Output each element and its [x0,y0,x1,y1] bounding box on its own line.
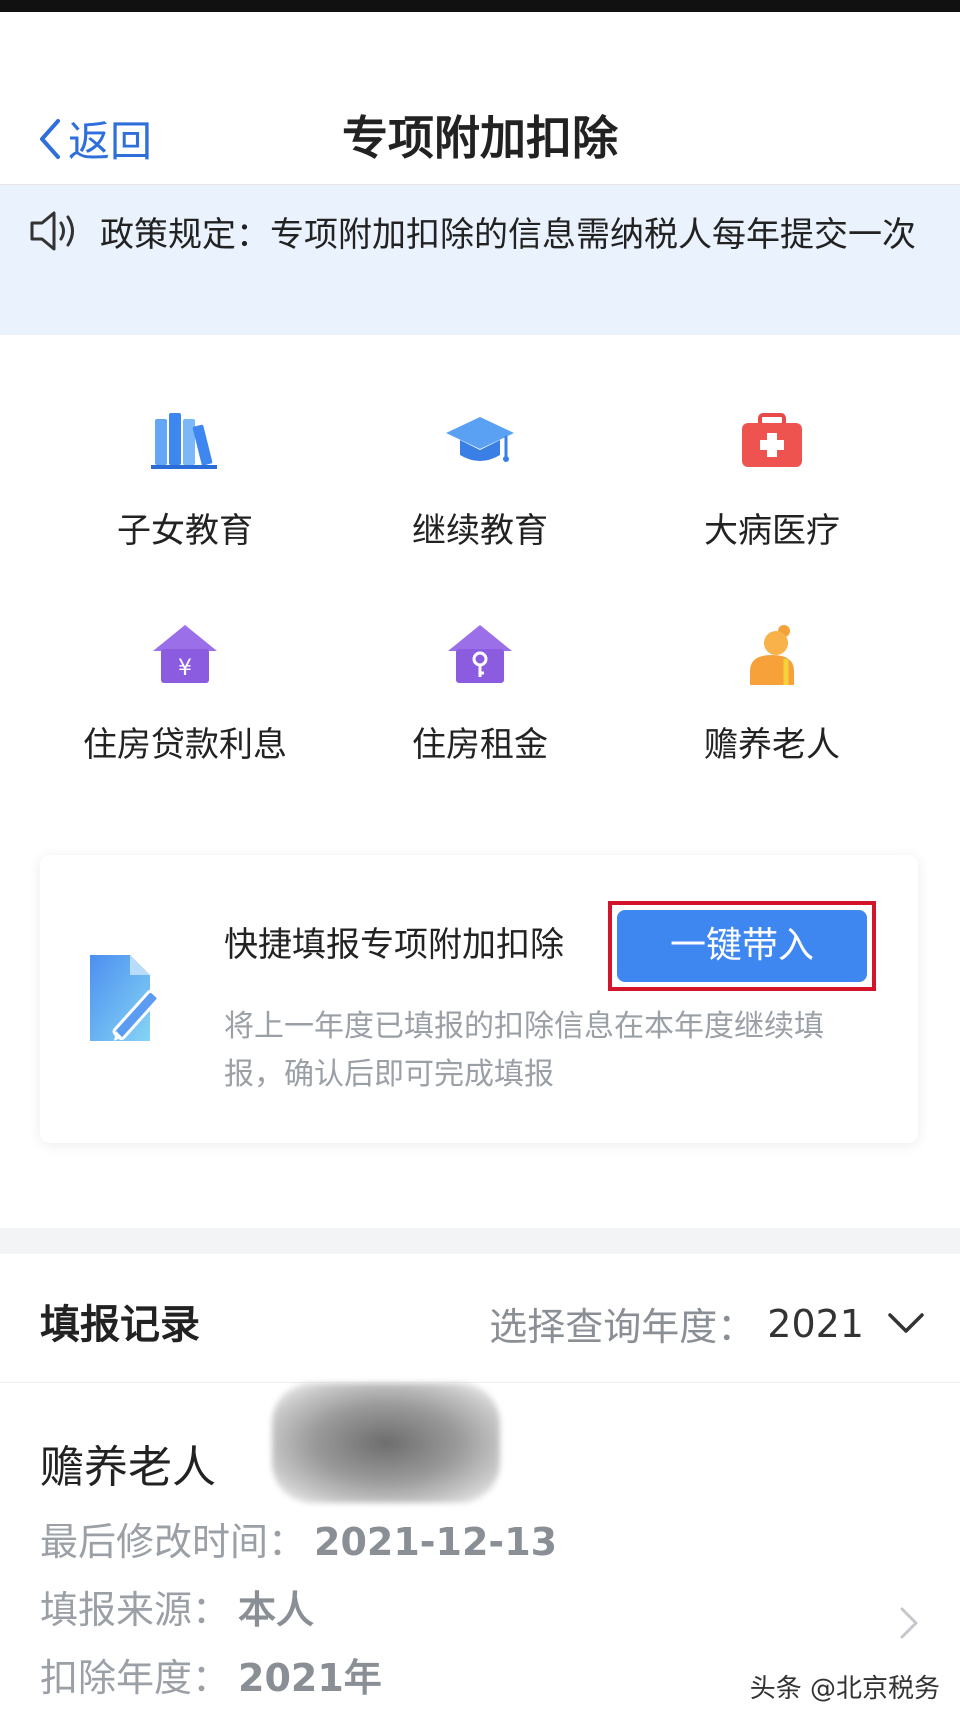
source-value: 本人 [238,1588,315,1632]
page-title: 专项附加扣除 [342,111,618,165]
redaction-blur [272,1383,500,1503]
year-label: 扣除年度： [40,1656,231,1700]
books-icon [151,413,217,469]
record-source: 填报来源： 本人 [40,1579,314,1634]
graduation-cap-icon [446,417,514,462]
elderly-person-icon [750,625,794,685]
category-label: 子女教育 [117,511,253,551]
records-title: 填报记录 [40,1302,200,1348]
chevron-right-icon [900,1607,918,1639]
record-name: 赡养老人 [40,1442,216,1493]
policy-text: 政策规定：专项附加扣除的信息需纳税人每年提交一次 [100,215,916,255]
svg-text:¥: ¥ [178,656,192,681]
nav-header: 返回 专项附加扣除 [0,12,960,185]
records-header: 填报记录 选择查询年度： 2021 [0,1254,960,1383]
category-children-education[interactable]: 子女教育 [25,335,345,551]
year-selector[interactable]: 选择查询年度： 2021 [489,1296,926,1351]
category-housing-loan-interest[interactable]: ¥ 住房贷款利息 [25,549,345,765]
source-label: 填报来源： [40,1588,231,1632]
category-label: 住房贷款利息 [83,725,287,765]
record-modified-time: 最后修改时间： 2021-12-13 [40,1511,557,1566]
category-label: 继续教育 [412,511,548,551]
modified-value: 2021-12-13 [314,1520,558,1564]
house-key-icon [448,625,512,683]
record-year: 扣除年度： 2021年 [40,1647,382,1702]
chevron-down-icon [888,1312,924,1333]
deduction-category-grid: 子女教育 继续教育 大病医疗 ¥ 住房贷款利息 住房租金 赡养老人 [0,335,960,815]
document-edit-icon [90,955,160,1041]
category-label: 住房租金 [412,725,548,765]
category-label: 大病医疗 [704,511,840,551]
category-label: 赡养老人 [704,725,840,765]
house-yuan-icon: ¥ [153,625,217,683]
category-serious-illness[interactable]: 大病医疗 [612,335,932,551]
category-housing-rent[interactable]: 住房租金 [320,549,640,765]
quick-fill-description: 将上一年度已填报的扣除信息在本年度继续填报，确认后即可完成填报 [224,1009,824,1092]
policy-banner: 政策规定：专项附加扣除的信息需纳税人每年提交一次 [0,185,960,335]
modified-label: 最后修改时间： [40,1520,307,1564]
status-bar [0,0,960,12]
record-item[interactable]: 赡养老人 最后修改时间： 2021-12-13 填报来源： 本人 扣除年度： 2021… [0,1383,960,1717]
watermark: 头条 @北京税务 [749,1674,940,1704]
section-divider [0,1228,960,1254]
year-selector-value: 2021 [767,1301,864,1346]
quick-fill-title: 快捷填报专项附加扣除 [224,925,564,965]
one-click-import-button[interactable]: 一键带入 [617,910,867,982]
quick-fill-card: 快捷填报专项附加扣除 一键带入 将上一年度已填报的扣除信息在本年度继续填报，确认… [40,855,918,1143]
year-selector-label: 选择查询年度： [489,1305,756,1349]
category-continuing-education[interactable]: 继续教育 [320,335,640,551]
category-elderly-support[interactable]: 赡养老人 [612,549,932,765]
medical-kit-icon [742,413,802,467]
highlight-frame: 一键带入 [608,901,876,991]
year-value: 2021年 [238,1656,382,1700]
